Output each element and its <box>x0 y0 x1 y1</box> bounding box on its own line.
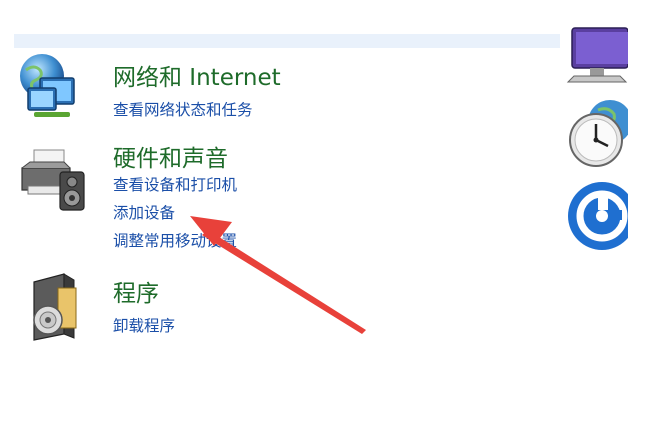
red-annotation-arrow <box>190 216 366 334</box>
